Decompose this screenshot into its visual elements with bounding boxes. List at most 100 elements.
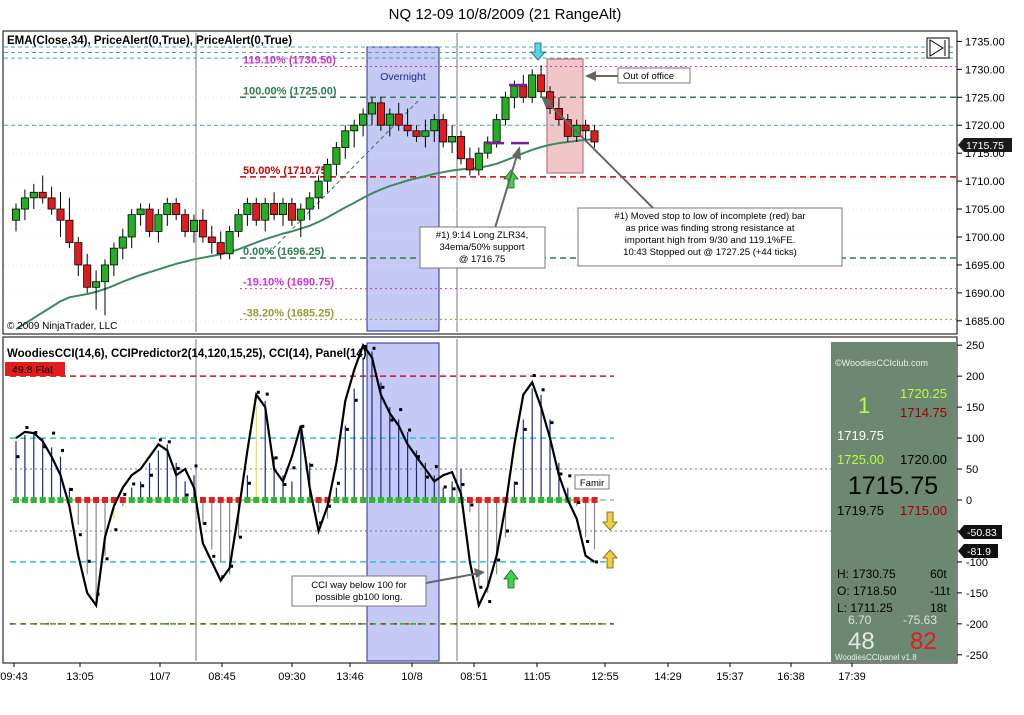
woodies-site: ©WoodiesCCIclub.com: [835, 358, 928, 368]
cci-dot-20: [194, 464, 198, 468]
cci-dot-41: [381, 385, 385, 389]
fib-label-2: 50.00% (1710.75): [243, 165, 331, 177]
candle-body-54: [492, 119, 501, 143]
cci-dot-14: [141, 484, 145, 488]
candle-body-59: [537, 74, 546, 93]
x-tick-label-10: 14:29: [654, 671, 682, 683]
cci-dot-15: [150, 473, 153, 477]
cci-dot-57: [523, 427, 527, 431]
candle-body-64: [581, 124, 590, 132]
candle-body-51: [465, 158, 474, 171]
cci-dot-52: [479, 585, 483, 589]
candle-body-9: [92, 281, 101, 288]
cci-value-badge-2: -81.9: [958, 544, 998, 558]
candle-body-15: [145, 208, 154, 232]
chart-title: NQ 12-09 10/8/2009 (21 RangeAlt): [389, 6, 622, 23]
price-tick-label-9: 1690.00: [965, 288, 1005, 300]
cci-zero-marker-22: [208, 497, 215, 503]
woodies-o-ticks: -11t: [930, 584, 950, 598]
cci-zero-marker-8: [84, 497, 91, 503]
woodies-small-right: -75.63: [903, 613, 937, 627]
overnight-region: [366, 46, 440, 332]
cci-zero-marker-13: [128, 497, 135, 503]
cci-dot-56: [514, 481, 518, 485]
current-price-badge: 1715.75: [958, 138, 1012, 152]
woodies-row1-green: 1720.25: [900, 386, 947, 401]
cci-dot-49: [452, 487, 456, 491]
cci-value-1: -50.83: [967, 527, 997, 539]
candle-body-41: [376, 102, 385, 126]
woodies-row4-red: 1715.00: [900, 503, 947, 518]
candle-body-43: [394, 113, 403, 126]
candle-body-17: [163, 203, 172, 216]
cci-zero-marker-1: [21, 497, 28, 503]
candle-body-1: [20, 197, 29, 210]
cci-zero-marker-29: [271, 497, 278, 503]
cci-zero-marker-19: [182, 497, 189, 503]
cci-dot-50: [461, 483, 465, 487]
candle-body-32: [296, 208, 305, 221]
fib-label-5: -38.20% (1685.25): [243, 307, 334, 319]
cci-dot-43: [399, 408, 403, 412]
fib-label-3: 0.00% (1696.25): [243, 246, 325, 258]
woodies-big-count: 1: [858, 393, 870, 418]
x-tick-label-8: 11:05: [524, 671, 551, 683]
woodies-small-left: 6.70: [848, 613, 872, 627]
cci-dot-29: [274, 456, 278, 460]
cci-zero-marker-23: [217, 497, 224, 503]
cci-dot-25: [239, 535, 242, 539]
current-price-value: 1715.75: [966, 140, 1004, 152]
trade-region: [546, 58, 584, 174]
cci-value-2: -81.9: [967, 546, 991, 558]
woodies-row4-white: 1719.75: [837, 503, 884, 518]
woodies-row3-white: 1720.00: [900, 452, 947, 467]
cci-dot-19: [185, 493, 189, 497]
candle-body-37: [341, 130, 350, 148]
cci-dot-1: [25, 426, 29, 430]
cci-zero-marker-40: [369, 497, 375, 503]
cci-zero-marker-59: [538, 497, 545, 503]
cci-dot-0: [16, 455, 20, 459]
woodies-bottom-right: 82: [910, 628, 937, 655]
candle-body-16: [154, 214, 163, 232]
x-tick-label-1: 13:05: [66, 671, 94, 683]
cci-dot-4: [52, 431, 56, 435]
candle-body-7: [74, 242, 83, 266]
cci-zero-marker-32: [297, 497, 304, 503]
cci-dot-60: [550, 421, 554, 425]
cci-dot-46: [425, 475, 429, 479]
famir-callout: Famir: [574, 474, 610, 490]
cci-zero-marker-49: [449, 497, 456, 503]
cci-zero-marker-16: [155, 497, 162, 503]
candle-body-58: [528, 74, 537, 98]
cci-tick-label-2: 150: [966, 402, 984, 414]
panel-collapse-icon[interactable]: [926, 37, 950, 59]
price-tick-label-7: 1700.00: [965, 232, 1005, 244]
cci-dot-35: [328, 504, 331, 508]
cci-zero-marker-51: [466, 497, 473, 503]
cci-zero-marker-44: [404, 497, 411, 503]
cci-zero-marker-24: [226, 497, 233, 503]
cci-dot-32: [301, 424, 305, 428]
cci-tick-label-5: 0: [966, 495, 972, 507]
cci-zero-marker-0: [13, 497, 19, 503]
cci-dot-9: [96, 592, 100, 596]
cci-dot-61: [559, 472, 563, 476]
woodies-bottom-left: 48: [848, 628, 875, 655]
cci-zero-marker-38: [351, 497, 358, 503]
candle-body-19: [181, 214, 190, 232]
cci-zero-marker-46: [422, 497, 429, 503]
cci-zero-marker-30: [280, 497, 286, 503]
candle-body-18: [172, 203, 181, 216]
woodies-panel: ©WoodiesCCIclub.com 1 1720.25 1714.75 17…: [831, 342, 956, 662]
stop-note-line-2: as price was finding strong resistance a…: [626, 223, 795, 234]
cci-dot-59: [541, 388, 545, 392]
cci-dot-31: [292, 466, 296, 470]
woodies-row2-white: 1719.75: [837, 428, 884, 443]
x-tick-label-9: 12:55: [591, 671, 619, 683]
cci-dot-37: [345, 427, 349, 431]
cci-dot-58: [532, 374, 536, 378]
x-tick-label-3: 08:45: [208, 671, 236, 683]
cci-dot-10: [105, 557, 109, 561]
cci-dot-55: [506, 529, 509, 533]
